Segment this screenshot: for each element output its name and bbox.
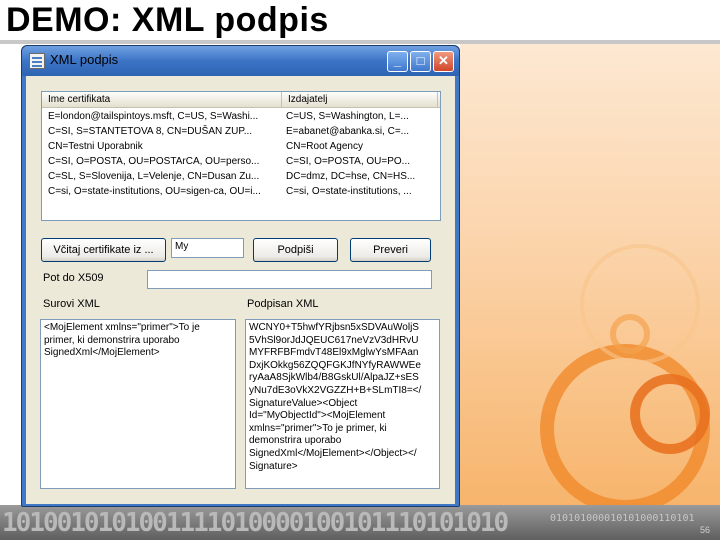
- column-header-issuer[interactable]: Izdajatelj: [282, 92, 438, 108]
- certificate-rows: E=london@tailspintoys.msft, C=US, S=Wash…: [42, 109, 440, 199]
- certificate-issuer-cell: C=US, S=Washington, L=...: [286, 111, 409, 122]
- certificate-issuer-cell: C=si, O=state-institutions, ...: [286, 186, 412, 197]
- xml-text-line: MYFRFBFmdvT48El9xMglwYsMFAan: [249, 347, 419, 359]
- window-client-area: Ime certifikata Izdajatelj E=london@tail…: [26, 76, 455, 504]
- certificate-row[interactable]: C=SL, S=Slovenija, L=Velenje, CN=Dusan Z…: [42, 169, 440, 184]
- minimize-button[interactable]: _: [387, 51, 408, 72]
- signed-xml-textarea[interactable]: WCNY0+T5hwfYRjbsn5xSDVAuWoljS 5VhSl9orJdJ…: [245, 319, 440, 489]
- window-titlebar[interactable]: XML podpis _ □ ✕: [22, 46, 459, 76]
- x509-path-label: Pot do X509: [43, 272, 104, 284]
- xml-text-line: Id="MyObjectId"><MojElement: [249, 410, 386, 422]
- maximize-button[interactable]: □: [410, 51, 431, 72]
- xml-text-line: xmlns="primer">To je primer, ki: [249, 422, 387, 434]
- binary-text-small: 010101000010101000110101: [550, 513, 695, 524]
- certificate-issuer-cell: DC=dmz, DC=hse, CN=HS...: [286, 171, 416, 182]
- form-icon: [29, 53, 45, 69]
- certificate-name-cell: CN=Testni Uporabnik: [48, 141, 143, 152]
- x509-path-input[interactable]: [147, 270, 432, 289]
- signed-xml-label: Podpisan XML: [247, 298, 319, 310]
- raw-xml-textarea[interactable]: <MojElement xmlns="primer">To je primer, …: [40, 319, 236, 489]
- close-button[interactable]: ✕: [433, 51, 454, 72]
- xml-text-line: SignedXml</MojElement>: [44, 347, 160, 359]
- certificate-row[interactable]: CN=Testni Uporabnik CN=Root Agency: [42, 139, 440, 154]
- xml-text-line: demonstrira uporabo: [249, 435, 342, 447]
- xml-text-line: ryAaA8SjkWlb4/B8GskUl/AlpaJZ+sES: [249, 372, 419, 384]
- window-title: XML podpis: [50, 52, 119, 67]
- sign-button[interactable]: Podpiši: [253, 238, 338, 262]
- certificate-list[interactable]: Ime certifikata Izdajatelj E=london@tail…: [41, 91, 441, 221]
- xml-text-line: primer, ki demonstrira uporabo: [44, 334, 180, 346]
- xml-text-line: WCNY0+T5hwfYRjbsn5xSDVAuWoljS: [249, 322, 419, 333]
- page-number: 56: [699, 525, 710, 535]
- certificate-name-cell: C=SI, S=STANTETOVA 8, CN=DUŠAN ZUP...: [48, 126, 253, 137]
- certificate-issuer-cell: C=SI, O=POSTA, OU=PO...: [286, 156, 411, 167]
- certificate-row[interactable]: C=SI, S=STANTETOVA 8, CN=DUŠAN ZUP... E=a…: [42, 124, 440, 139]
- load-certificates-button[interactable]: Včitaj certifikate iz ...: [41, 238, 166, 262]
- certificate-name-cell: C=SI, O=POSTA, OU=POSTArCA, OU=perso...: [48, 156, 260, 167]
- app-window: XML podpis _ □ ✕ Ime certifikata Izdajat…: [21, 45, 460, 507]
- binary-footer: 1010010101001111010000100101110101010 01…: [0, 505, 720, 540]
- slide-title: DEMO: XML podpis: [6, 1, 329, 39]
- certificate-row[interactable]: C=si, O=state-institutions, OU=sigen-ca,…: [42, 184, 440, 199]
- certificate-row[interactable]: C=SI, O=POSTA, OU=POSTArCA, OU=perso... C…: [42, 154, 440, 169]
- certificate-issuer-cell: CN=Root Agency: [286, 141, 363, 152]
- verify-button[interactable]: Preveri: [350, 238, 431, 262]
- certificate-issuer-cell: E=abanet@abanka.si, C=...: [286, 126, 410, 137]
- certificate-store-input[interactable]: My: [171, 238, 244, 258]
- xml-text-line: 5VhSl9orJdJQEUC617neVzV3dHRvU: [249, 334, 419, 346]
- binary-text: 1010010101001111010000100101110101010: [2, 508, 509, 538]
- column-header-name[interactable]: Ime certifikata: [42, 92, 282, 108]
- certificate-name-cell: C=SL, S=Slovenija, L=Velenje, CN=Dusan Z…: [48, 171, 260, 182]
- certificate-name-cell: C=si, O=state-institutions, OU=sigen-ca,…: [48, 186, 261, 197]
- certificate-name-cell: E=london@tailspintoys.msft, C=US, S=Wash…: [48, 111, 259, 122]
- xml-text-line: SignatureValue><Object: [249, 397, 358, 409]
- xml-text-line: yNu7dE3oVkX2VGZZH+B+SLmTI8=</: [249, 384, 422, 396]
- xml-text-line: SignedXml</MojElement></Object></: [249, 447, 417, 459]
- xml-text-line: <MojElement xmlns="primer">To je: [44, 322, 200, 333]
- xml-text-line: Signature>: [249, 460, 298, 472]
- xml-text-line: DxjKOkkg56ZQQFGKJfNYfyRAWWEe: [249, 359, 421, 371]
- certificate-row[interactable]: E=london@tailspintoys.msft, C=US, S=Wash…: [42, 109, 440, 124]
- raw-xml-label: Surovi XML: [43, 298, 100, 310]
- decorative-background: [460, 44, 720, 510]
- certificate-list-header: Ime certifikata Izdajatelj: [42, 92, 440, 108]
